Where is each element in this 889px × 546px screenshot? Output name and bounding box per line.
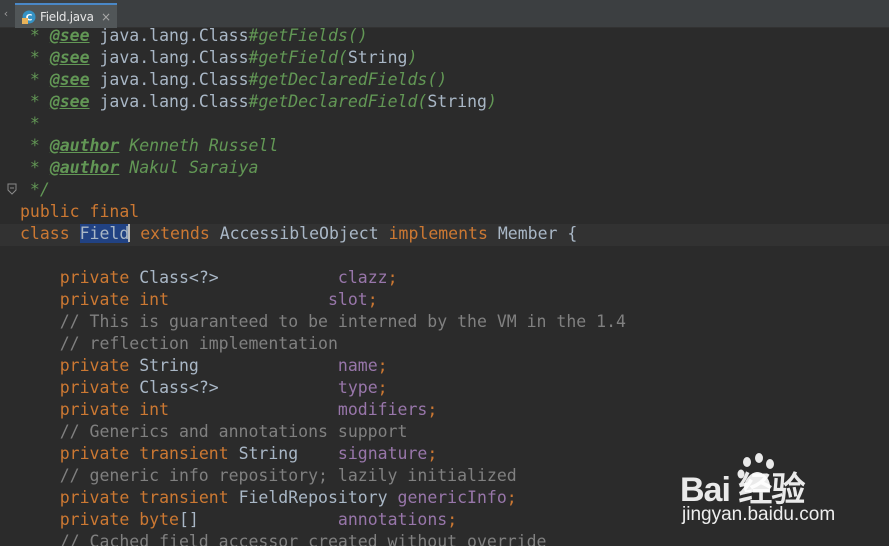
code-line: // Cached field accessor created without… [20,532,547,546]
code-line: * @author Kenneth Russell [20,136,279,155]
code-line: * @see java.lang.Class#getDeclaredField(… [20,92,497,111]
code-line: * @see java.lang.Class#getField(String) [20,48,418,67]
code-line: private transient String signature; [59,444,438,463]
java-class-file-icon: C [21,9,37,25]
code-line: // This is guaranteed to be interned by … [20,312,626,331]
watermark-url: jingyan.baidu.com [682,504,836,525]
code-line: private int slot; [59,290,378,309]
selected-identifier: Field [79,224,130,243]
code-line-current: class Field extends AccessibleObject imp… [0,224,889,246]
tab-field-java[interactable]: C Field.java × [15,3,117,28]
code-line: * @see java.lang.Class#getDeclaredFields… [20,70,448,89]
tab-label: Field.java [40,9,94,24]
code-line: // Generics and annotations support [20,422,408,441]
code-line: */ [20,180,50,199]
code-line: private Class<?> clazz; [59,268,398,287]
code-line: * @see java.lang.Class#getFields() [20,26,368,45]
code-line: private int modifiers; [59,400,438,419]
baidu-jingyan-watermark: Bai 经验 jingyan.baidu.com [680,448,885,543]
code-line: private String name; [59,356,388,375]
code-line: private Class<?> type; [59,378,388,397]
tab-scroll-left-icon[interactable]: ‹ [0,6,12,22]
fold-marker-icon[interactable] [6,183,18,195]
editor-tab-bar: ‹ C Field.java × [0,0,889,28]
code-line: private byte[] annotations; [59,510,458,529]
ide-window: ‹ C Field.java × * @see java.lang.Class#… [0,0,889,546]
tab-close-icon[interactable]: × [101,10,111,24]
code-line: // reflection implementation [20,334,338,353]
code-line: * @author Nakul Saraiya [20,158,259,177]
code-line: private transient FieldRepository generi… [59,488,517,507]
code-line: public final [20,202,140,221]
code-line: * [20,114,40,133]
code-line: // generic info repository; lazily initi… [20,466,517,485]
